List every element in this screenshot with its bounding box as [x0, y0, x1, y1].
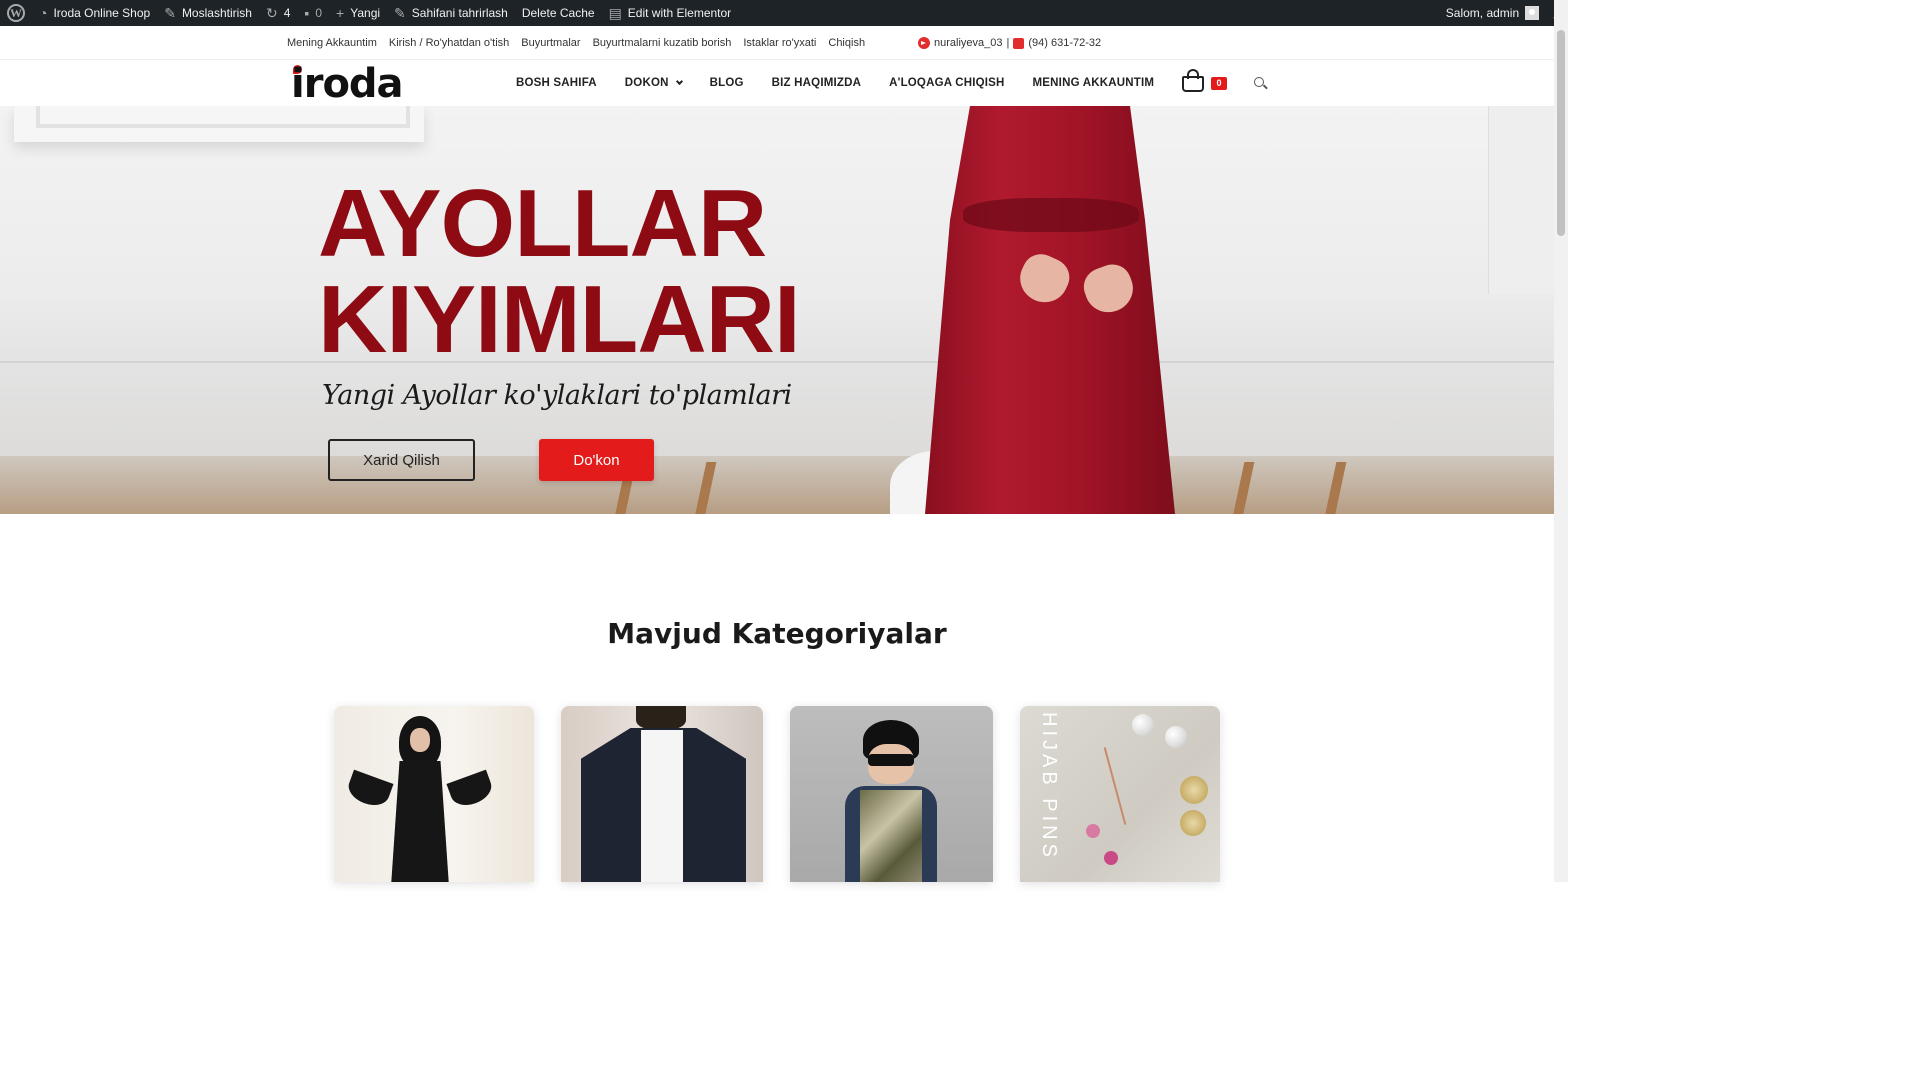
my-account-menu[interactable]: Salom, admin — [1439, 0, 1546, 26]
edit-page-link[interactable]: ✎ Sahifani tahrirlash — [387, 0, 515, 26]
category-card-men[interactable] — [561, 706, 763, 882]
topbar-link-logout[interactable]: Chiqish — [828, 37, 865, 49]
pencil-icon: ✎ — [394, 4, 406, 21]
hero-bg-table — [0, 456, 1554, 514]
customize-label: Moslashtirish — [181, 6, 252, 20]
buy-button[interactable]: Xarid Qilish — [328, 439, 475, 481]
delete-cache-label: Delete Cache — [521, 6, 595, 20]
camo-vest-shape — [860, 790, 922, 882]
site-logo[interactable]: iroda — [291, 64, 404, 104]
hero-bg-pegboard — [1488, 106, 1554, 294]
main-nav: BOSH SAHIFA DOKON BLOG BIZ HAQIMIZDA A'L… — [516, 60, 1182, 106]
topbar-link-track[interactable]: Buyurtmalarni kuzatib borish — [593, 37, 732, 49]
hero-subtitle: Yangi Ayollar ko'ylaklari to'plamlari — [322, 380, 792, 411]
nav-account[interactable]: MENING AKKAUNTIM — [1033, 77, 1155, 89]
hero-model-image — [905, 106, 1197, 514]
phone-number[interactable]: (94) 631-72-32 — [1028, 37, 1101, 49]
hair-shape — [636, 706, 686, 730]
comments-count: 0 — [315, 6, 323, 20]
delete-cache-link[interactable]: Delete Cache — [515, 0, 602, 26]
new-content-menu[interactable]: + Yangi — [329, 0, 387, 26]
site-header: iroda BOSH SAHIFA DOKON BLOG BIZ HAQIMIZ… — [0, 60, 1554, 106]
brooch-shape — [1180, 810, 1206, 836]
plus-icon: + — [336, 5, 345, 21]
top-bar: Mening Akkauntim Kirish / Ro'yhatdan o't… — [0, 26, 1554, 60]
hero-banner: AYOLLAR KIYIMLARI Yangi Ayollar ko'ylakl… — [0, 106, 1554, 514]
cart-count-badge: 0 — [1211, 77, 1227, 90]
site-name: Iroda Online Shop — [53, 6, 151, 20]
pearl-shape — [1165, 726, 1187, 748]
red-dress — [925, 106, 1175, 514]
comments-link[interactable]: ▪ 0 — [297, 0, 329, 26]
category-card-accessories[interactable]: HIJAB PINS — [1020, 706, 1220, 882]
nav-about[interactable]: BIZ HAQIMIZDA — [772, 77, 861, 89]
site-name-menu[interactable]: ◔ Iroda Online Shop — [32, 0, 157, 26]
updates-link[interactable]: ↻ 4 — [259, 0, 297, 26]
sunglasses-shape — [868, 754, 914, 766]
nav-shop[interactable]: DOKON — [624, 77, 683, 89]
cart-button[interactable] — [1180, 68, 1206, 94]
separator: | — [1006, 37, 1010, 49]
elementor-link[interactable]: ▤ Edit with Elementor — [602, 0, 739, 26]
page-scrollbar[interactable] — [1554, 0, 1568, 882]
elementor-label: Edit with Elementor — [627, 6, 732, 20]
hero-title: AYOLLAR KIYIMLARI — [318, 170, 801, 373]
hijab-pins-overlay: HIJAB PINS — [1038, 712, 1060, 861]
categories-title: Mavjud Kategoriyalar — [607, 617, 947, 650]
face-shape — [410, 728, 430, 752]
updates-count: 4 — [283, 6, 291, 20]
wp-logo-menu[interactable]: W — [0, 0, 32, 26]
wordpress-icon: W — [7, 4, 25, 22]
contact-info: nuraliyeva_03 | (94) 631-72-32 — [918, 26, 1101, 60]
topbar-link-wishlist[interactable]: Istaklar ro'yxati — [743, 37, 816, 49]
nav-home[interactable]: BOSH SAHIFA — [516, 77, 597, 89]
hero-title-line1: AYOLLAR — [318, 170, 767, 277]
comment-icon: ▪ — [304, 5, 310, 21]
shopping-bag-icon — [1182, 76, 1204, 92]
nav-blog[interactable]: BLOG — [710, 77, 744, 89]
scrollbar-thumb[interactable] — [1557, 30, 1565, 236]
category-card-kids[interactable] — [790, 706, 993, 882]
telegram-icon — [918, 37, 930, 49]
hero-title-line2: KIYIMLARI — [318, 266, 801, 373]
customize-link[interactable]: ✎ Moslashtirish — [157, 0, 259, 26]
category-card-women[interactable] — [334, 706, 534, 882]
chevron-down-icon — [675, 77, 683, 86]
dashboard-icon: ◔ — [39, 5, 48, 21]
shirt-shape — [641, 730, 683, 882]
telegram-handle[interactable]: nuraliyeva_03 — [934, 37, 1003, 49]
hero-bg-frame — [14, 106, 424, 142]
edit-page-label: Sahifani tahrirlash — [411, 6, 508, 20]
shop-button[interactable]: Do'kon — [539, 439, 654, 481]
pin-needle-shape — [1103, 747, 1127, 825]
pearl-shape — [1132, 714, 1154, 736]
greeting: Salom, admin — [1445, 6, 1520, 20]
avatar — [1525, 6, 1540, 20]
pin-head-shape — [1104, 851, 1118, 865]
brooch-shape — [1180, 776, 1208, 804]
topbar-link-account[interactable]: Mening Akkauntim — [287, 37, 377, 49]
new-label: Yangi — [350, 6, 381, 20]
updates-icon: ↻ — [265, 4, 278, 21]
nav-shop-label: DOKON — [624, 77, 669, 89]
dress-belt — [963, 198, 1139, 232]
phone-icon — [1013, 37, 1025, 49]
abaya-shape — [391, 761, 449, 882]
brush-icon: ✎ — [164, 4, 176, 21]
top-links: Mening Akkauntim Kirish / Ro'yhatdan o't… — [287, 26, 865, 60]
nav-contact[interactable]: A'LOQAGA CHIQISH — [889, 77, 1004, 89]
sleeve-shape — [344, 769, 394, 811]
admin-bar: W ◔ Iroda Online Shop ✎ Moslashtirish ↻ … — [0, 0, 1568, 26]
pin-head-shape — [1086, 824, 1100, 838]
search-icon[interactable] — [1254, 77, 1264, 87]
elementor-icon: ▤ — [608, 4, 622, 21]
topbar-link-login[interactable]: Kirish / Ro'yhatdan o'tish — [389, 37, 509, 49]
sleeve-shape — [446, 769, 496, 811]
topbar-link-orders[interactable]: Buyurtmalar — [521, 37, 580, 49]
